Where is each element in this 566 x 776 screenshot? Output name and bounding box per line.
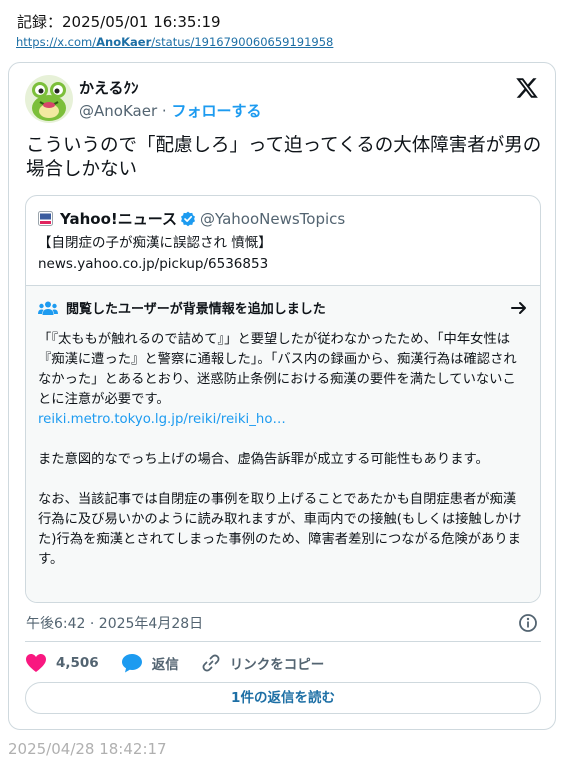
note-paragraph-2: また意図的なでっち上げの場合、虚偽告訴罪が成立する可能性もあります。 xyxy=(38,452,489,467)
info-icon[interactable] xyxy=(518,613,538,633)
url-user: AnoKaer xyxy=(96,35,152,49)
url-suffix: /status/1916790060659191958 xyxy=(151,35,334,49)
link-icon xyxy=(202,654,220,672)
handle-separator: · xyxy=(161,102,167,120)
x-logo-icon[interactable] xyxy=(515,76,539,100)
community-note-title: 閲覧したユーザーが背景情報を追加しました xyxy=(66,302,326,317)
divider xyxy=(25,641,541,642)
tweet-text: こういうので「配慮しろ」って迫ってくるの大体障害者が男の場合しかない xyxy=(26,135,542,180)
copy-link-button[interactable]: リンクをコピー xyxy=(201,653,325,673)
quote-title: 【自閉症の子が痴漢に誤認され 憤慨】 xyxy=(38,235,272,251)
yahoo-news-logo-icon xyxy=(38,211,53,226)
reply-button[interactable]: 返信 xyxy=(121,653,179,673)
reply-bubble-icon xyxy=(121,654,142,673)
url-prefix: https://x.com/ xyxy=(16,35,97,49)
reply-label: 返信 xyxy=(151,657,179,673)
like-button[interactable]: 4,506 xyxy=(25,653,99,673)
quoted-tweet[interactable]: Yahoo!ニュース @YahooNewsTopics 【自閉症の子が痴漢に誤認… xyxy=(25,195,541,603)
community-note: 閲覧したユーザーが背景情報を追加しました 「『太ももが触れるので詰めて』」と要望… xyxy=(26,285,540,602)
handle-line: @AnoKaer · フォローする xyxy=(79,100,261,121)
follow-button[interactable]: フォローする xyxy=(171,102,261,120)
arrow-right-icon[interactable] xyxy=(510,299,528,317)
copy-link-label: リンクをコピー xyxy=(229,657,325,673)
quote-source-name: Yahoo!ニュース xyxy=(60,210,177,228)
record-header: 記録：2025/05/01 16:35:19 xyxy=(17,13,221,31)
tweet-url-link[interactable]: https://x.com/AnoKaer/status/19167900606… xyxy=(16,35,333,49)
action-bar: 4,506 返信 リンクをコピー xyxy=(25,652,346,674)
quote-header: Yahoo!ニュース @YahooNewsTopics xyxy=(38,208,345,229)
tweet-timestamp[interactable]: 午後6:42 · 2025年4月28日 xyxy=(26,613,203,633)
note-paragraph-3: なお、当該記事では自閉症の事例を取り上げることであたかも自閉症患者が痴漢行為に及… xyxy=(38,492,522,567)
display-name[interactable]: かえるｸﾝ xyxy=(79,77,139,98)
note-paragraph-1: 「『太ももが触れるので詰めて』」と要望したが従わなかったため、「中年女性は『痴漢… xyxy=(38,332,517,407)
quote-source-handle: @YahooNewsTopics xyxy=(200,209,346,228)
people-icon xyxy=(38,300,58,316)
community-note-header: 閲覧したユーザーが背景情報を追加しました xyxy=(38,298,326,317)
note-source-link[interactable]: reiki.metro.tokyo.lg.jp/reiki/reiki_ho… xyxy=(38,412,286,427)
community-note-body: 「『太ももが触れるので詰めて』」と要望したが従わなかったため、「中年女性は『痴漢… xyxy=(38,330,524,570)
tweet-card: かえるｸﾝ @AnoKaer · フォローする こういうので「配慮しろ」って迫っ… xyxy=(8,62,556,730)
user-handle[interactable]: @AnoKaer xyxy=(79,102,157,120)
avatar[interactable] xyxy=(25,75,73,123)
verified-badge-icon xyxy=(180,211,196,227)
heart-icon xyxy=(26,654,46,672)
archive-date: 2025/04/28 18:42:17 xyxy=(8,740,167,758)
like-count: 4,506 xyxy=(56,655,99,671)
read-replies-button[interactable]: 1件の返信を読む xyxy=(25,682,541,714)
quote-domain: news.yahoo.co.jp/pickup/6536853 xyxy=(38,256,269,272)
